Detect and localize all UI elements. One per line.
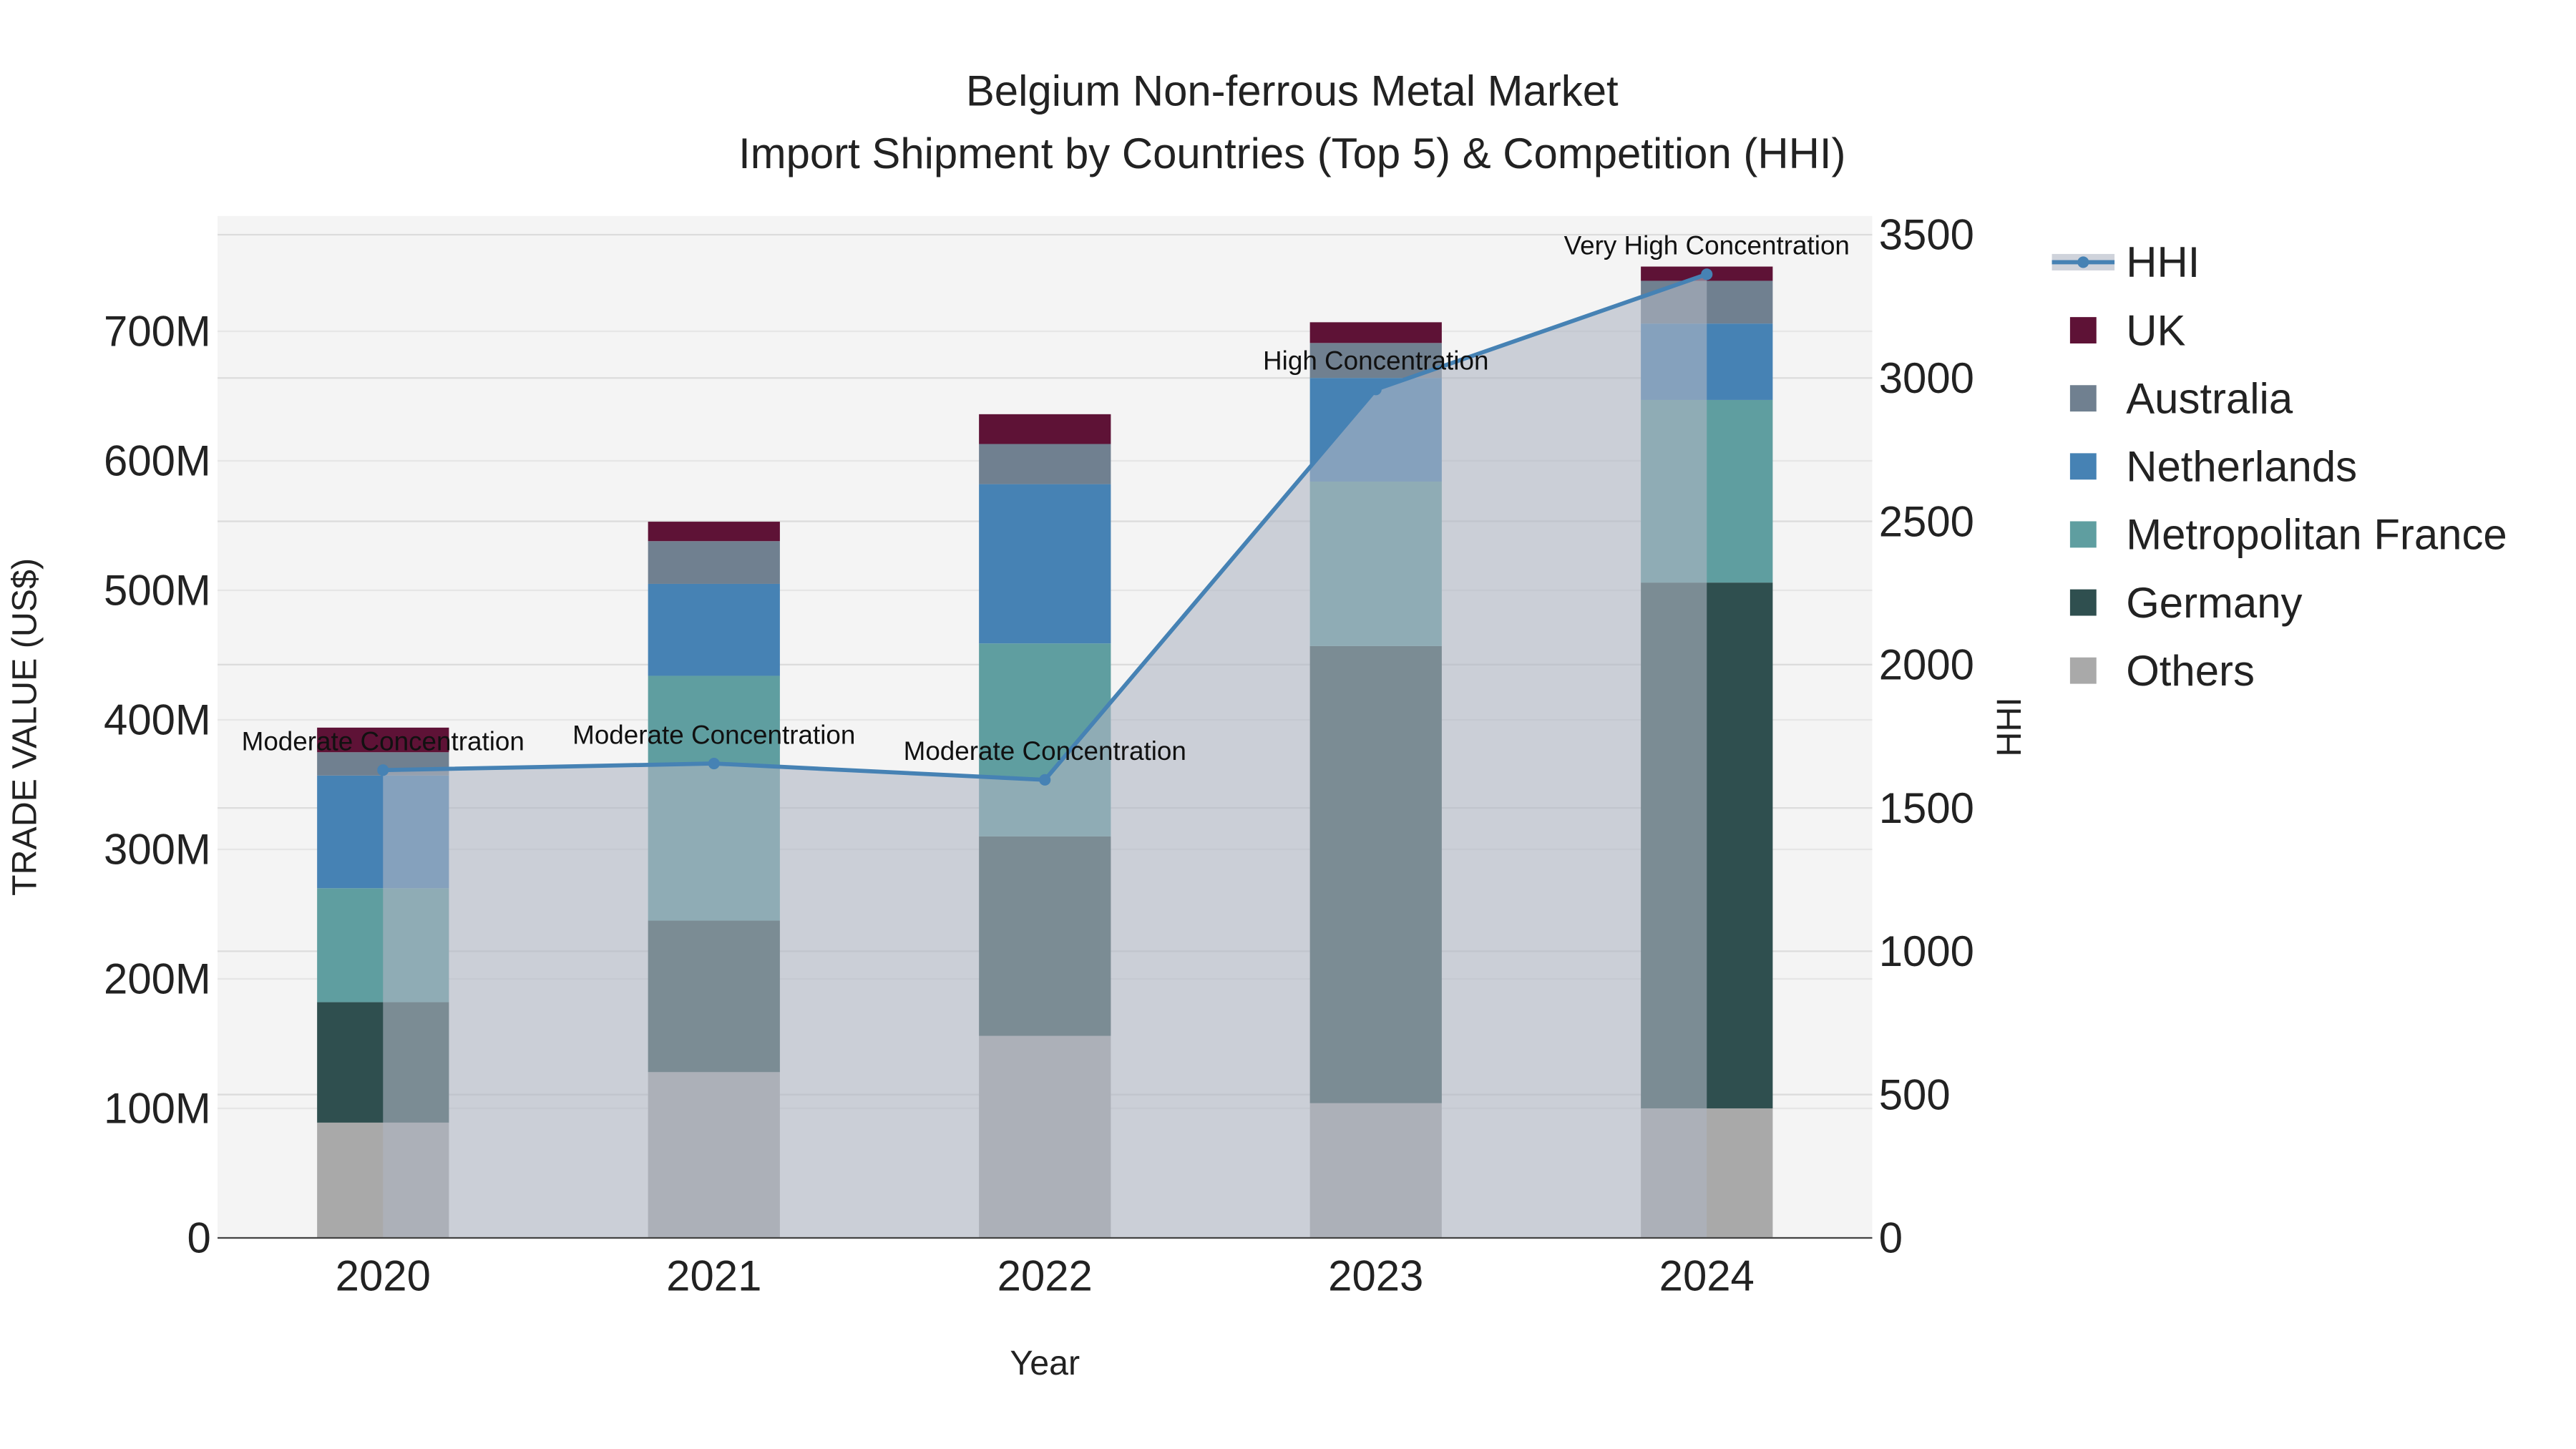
- y-tick-label: 300M: [104, 826, 211, 874]
- legend-swatch-australia: [2069, 385, 2097, 412]
- bar-uk-2022: [979, 414, 1111, 444]
- y-tick-label: 500M: [104, 567, 211, 615]
- hhi-annotation-2023: High Concentration: [1263, 346, 1488, 376]
- legend-swatch-metropolitan-france: [2069, 521, 2097, 548]
- y2-tick-label: 3500: [1879, 211, 1974, 259]
- y-ticks: 0 100M 200M 300M 400M 500M 600M 700M: [104, 308, 211, 1262]
- y-tick-label: 200M: [104, 955, 211, 1003]
- x-tick-label: 2024: [1659, 1252, 1755, 1300]
- y2-tick-label: 3000: [1879, 354, 1974, 402]
- hhi-point-2024: [1701, 268, 1713, 280]
- y-tick-label: 600M: [104, 437, 211, 485]
- bar-uk-2023: [1309, 322, 1442, 343]
- legend-label: Others: [2126, 647, 2255, 695]
- chart: Moderate Concentration Moderate Concentra…: [6, 67, 2507, 1383]
- hhi-point-2023: [1370, 384, 1382, 396]
- x-axis-title: Year: [1010, 1344, 1080, 1382]
- x-tick-label: 2021: [666, 1252, 761, 1300]
- y-tick-label: 0: [187, 1214, 211, 1262]
- legend-swatch-uk: [2069, 317, 2097, 343]
- legend-label: Netherlands: [2126, 443, 2357, 491]
- y2-axis-title: HHI: [1990, 697, 2029, 756]
- bar-australia-2021: [648, 541, 780, 584]
- y2-tick-label: 2500: [1879, 497, 1974, 545]
- y-tick-label: 100M: [104, 1085, 211, 1133]
- hhi-annotation-2024: Very High Concentration: [1564, 231, 1850, 260]
- x-ticks: 2020 2021 2022 2023 2024: [336, 1252, 1755, 1300]
- y-tick-label: 700M: [104, 308, 211, 356]
- legend-hhi-marker: [2077, 256, 2089, 268]
- hhi-point-2021: [708, 757, 720, 770]
- bar-netherlands-2022: [979, 484, 1111, 644]
- legend-label: Metropolitan France: [2126, 511, 2507, 559]
- hhi-point-2020: [377, 764, 389, 776]
- hhi-annotation-2020: Moderate Concentration: [242, 727, 525, 756]
- legend-swatch-others: [2069, 657, 2097, 684]
- x-tick-label: 2022: [997, 1252, 1093, 1300]
- legend: HHI UK Australia Netherlands Metropolitan Fr…: [2051, 238, 2507, 695]
- y2-tick-label: 500: [1879, 1070, 1951, 1118]
- hhi-annotation-2022: Moderate Concentration: [904, 736, 1186, 766]
- bar-australia-2022: [979, 444, 1111, 484]
- legend-label: Germany: [2126, 579, 2302, 627]
- hhi-annotation-2021: Moderate Concentration: [572, 720, 855, 749]
- bar-netherlands-2021: [648, 583, 780, 676]
- legend-label: Australia: [2126, 374, 2293, 422]
- y-tick-label: 400M: [104, 696, 211, 744]
- hhi-point-2022: [1039, 774, 1051, 786]
- legend-label: HHI: [2126, 238, 2200, 286]
- legend-label: UK: [2126, 306, 2185, 354]
- x-tick-label: 2020: [336, 1252, 431, 1300]
- x-tick-label: 2023: [1328, 1252, 1423, 1300]
- chart-title-line1: Belgium Non-ferrous Metal Market: [966, 67, 1619, 115]
- y2-tick-label: 1000: [1879, 927, 1974, 975]
- y-axis-title: TRADE VALUE (US$): [6, 558, 44, 896]
- legend-swatch-germany: [2069, 589, 2097, 616]
- legend-swatch-netherlands: [2069, 453, 2097, 480]
- y2-tick-label: 2000: [1879, 641, 1974, 689]
- y2-tick-label: 1500: [1879, 784, 1974, 832]
- chart-title-line2: Import Shipment by Countries (Top 5) & C…: [738, 130, 1845, 177]
- y2-tick-label: 0: [1879, 1214, 1903, 1262]
- y2-ticks: 0 500 1000 1500 2000 2500 3000 3500: [1879, 211, 1974, 1262]
- bar-uk-2021: [648, 522, 780, 542]
